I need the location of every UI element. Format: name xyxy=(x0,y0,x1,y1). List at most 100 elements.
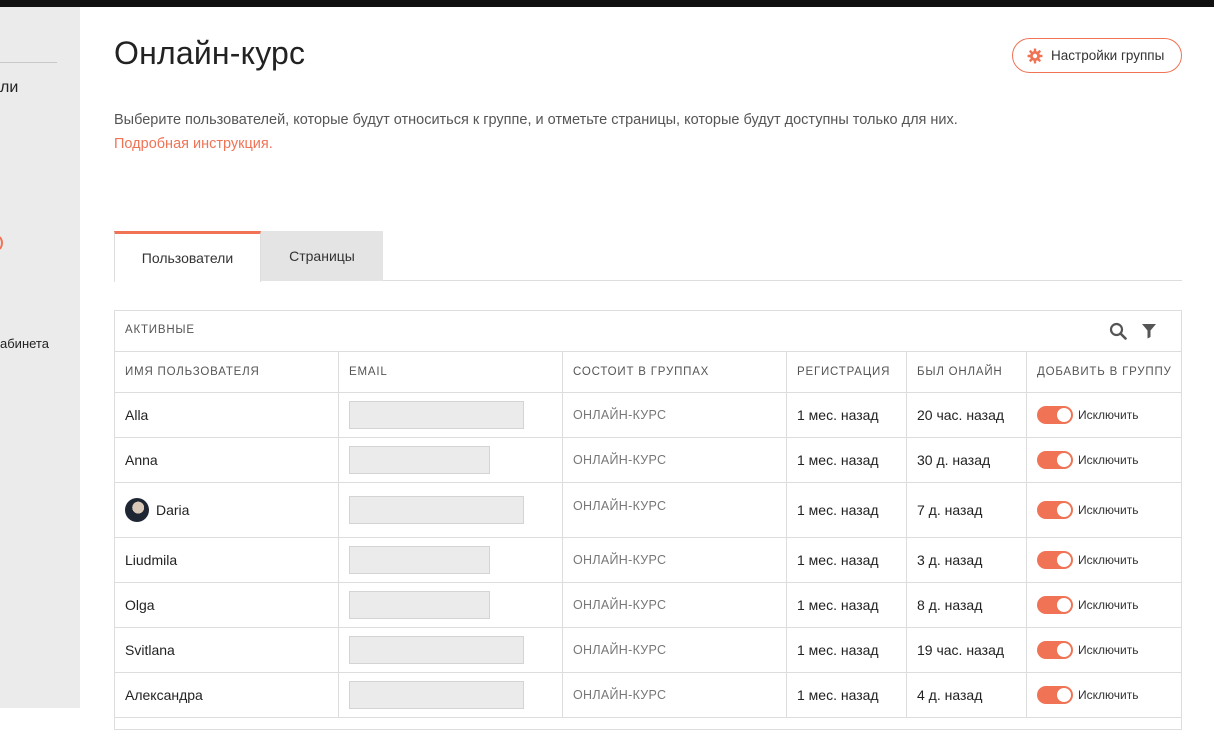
group-cell: ОНЛАЙН-КУРС xyxy=(563,673,787,717)
table-row[interactable]: Svitlana ОНЛАЙН-КУРС 1 мес. назад 19 час… xyxy=(115,628,1181,673)
email-redacted xyxy=(349,546,490,574)
group-cell: ОНЛАЙН-КУРС xyxy=(563,628,787,672)
column-header[interactable]: СОСТОИТ В ГРУППАХ xyxy=(563,352,787,392)
email-redacted xyxy=(349,401,524,429)
column-header[interactable]: EMAIL xyxy=(339,352,563,392)
group-toggle[interactable] xyxy=(1037,551,1073,569)
description-text: Выберите пользователей, которые будут от… xyxy=(114,112,958,128)
email-cell xyxy=(339,438,563,482)
action-cell: Исключить xyxy=(1027,628,1181,672)
registered-cell: 1 мес. назад xyxy=(787,438,907,482)
email-cell xyxy=(339,393,563,437)
email-cell xyxy=(339,483,563,537)
email-cell xyxy=(339,583,563,627)
column-header[interactable]: РЕГИСТРАЦИЯ xyxy=(787,352,907,392)
gear-icon xyxy=(1027,48,1043,63)
top-bar xyxy=(0,0,1214,7)
email-redacted xyxy=(349,636,524,664)
table-row[interactable]: Daria ОНЛАЙН-КУРС 1 мес. назад 7 д. наза… xyxy=(115,483,1181,538)
user-name[interactable]: Anna xyxy=(115,438,339,482)
sidebar: ли абинета xyxy=(0,7,80,708)
users-table: АКТИВНЫЕ ИМЯ ПОЛЬЗОВАТЕЛЯ EMAIL СОСТОИТ … xyxy=(114,310,1182,730)
exclude-label: Исключить xyxy=(1078,643,1139,657)
tab-pages[interactable]: Страницы xyxy=(261,231,383,281)
group-toggle[interactable] xyxy=(1037,451,1073,469)
group-toggle[interactable] xyxy=(1037,501,1073,519)
group-settings-button[interactable]: Настройки группы xyxy=(1012,38,1182,73)
table-row[interactable]: Olga ОНЛАЙН-КУРС 1 мес. назад 8 д. назад… xyxy=(115,583,1181,628)
filter-icon[interactable] xyxy=(1142,323,1156,339)
group-toggle[interactable] xyxy=(1037,641,1073,659)
table-row[interactable]: Alla ОНЛАЙН-КУРС 1 мес. назад 20 час. на… xyxy=(115,393,1181,438)
group-tag: ОНЛАЙН-КУРС xyxy=(573,408,667,422)
table-row[interactable]: Liudmila ОНЛАЙН-КУРС 1 мес. назад 3 д. н… xyxy=(115,538,1181,583)
email-redacted xyxy=(349,496,524,524)
column-header[interactable]: ИМЯ ПОЛЬЗОВАТЕЛЯ xyxy=(115,352,339,392)
sidebar-item-label[interactable]: абинета xyxy=(0,336,49,351)
registered-cell: 1 мес. назад xyxy=(787,628,907,672)
column-header[interactable]: ДОБАВИТЬ В ГРУППУ xyxy=(1027,352,1181,392)
group-tag: ОНЛАЙН-КУРС xyxy=(573,553,667,567)
group-tag: ОНЛАЙН-КУРС xyxy=(573,598,667,612)
online-cell: 7 д. назад xyxy=(907,483,1027,537)
group-toggle[interactable] xyxy=(1037,686,1073,704)
page-description: Выберите пользователей, которые будут от… xyxy=(114,108,984,156)
table-row[interactable]: Anna ОНЛАЙН-КУРС 1 мес. назад 30 д. наза… xyxy=(115,438,1181,483)
exclude-label: Исключить xyxy=(1078,553,1139,567)
exclude-label: Исключить xyxy=(1078,503,1139,517)
online-cell: 8 д. назад xyxy=(907,583,1027,627)
group-cell: ОНЛАЙН-КУРС xyxy=(563,583,787,627)
online-cell: 3 д. назад xyxy=(907,538,1027,582)
exclude-label: Исключить xyxy=(1078,688,1139,702)
online-cell: 4 д. назад xyxy=(907,673,1027,717)
table-row[interactable]: Александра ОНЛАЙН-КУРС 1 мес. назад 4 д.… xyxy=(115,673,1181,718)
avatar xyxy=(125,498,149,522)
email-redacted xyxy=(349,591,490,619)
registered-cell: 1 мес. назад xyxy=(787,538,907,582)
email-cell xyxy=(339,538,563,582)
email-redacted xyxy=(349,446,490,474)
registered-cell: 1 мес. назад xyxy=(787,483,907,537)
email-redacted xyxy=(349,681,524,709)
user-name[interactable]: Liudmila xyxy=(115,538,339,582)
action-cell: Исключить xyxy=(1027,438,1181,482)
main-content: Онлайн-курс Настройки группы Выберите по… xyxy=(80,7,1214,730)
tab-users[interactable]: Пользователи xyxy=(114,231,261,282)
group-toggle[interactable] xyxy=(1037,596,1073,614)
group-cell: ОНЛАЙН-КУРС xyxy=(563,538,787,582)
user-name[interactable]: Alla xyxy=(115,393,339,437)
group-tag: ОНЛАЙН-КУРС xyxy=(573,499,667,513)
user-name[interactable]: Daria xyxy=(156,502,189,518)
sidebar-indicator-icon xyxy=(0,236,3,250)
exclude-label: Исключить xyxy=(1078,453,1139,467)
action-cell: Исключить xyxy=(1027,583,1181,627)
user-name[interactable]: Olga xyxy=(115,583,339,627)
user-cell: Daria xyxy=(115,483,339,537)
online-cell: 19 час. назад xyxy=(907,628,1027,672)
group-cell: ОНЛАЙН-КУРС xyxy=(563,483,787,537)
registered-cell: 1 мес. назад xyxy=(787,393,907,437)
user-name[interactable]: Svitlana xyxy=(115,628,339,672)
registered-cell: 1 мес. назад xyxy=(787,583,907,627)
group-settings-label: Настройки группы xyxy=(1051,48,1165,63)
search-icon[interactable] xyxy=(1109,322,1127,340)
group-toggle[interactable] xyxy=(1037,406,1073,424)
registered-cell: 1 мес. назад xyxy=(787,673,907,717)
user-name[interactable]: Александра xyxy=(115,673,339,717)
table-header-row: ИМЯ ПОЛЬЗОВАТЕЛЯ EMAIL СОСТОИТ В ГРУППАХ… xyxy=(115,352,1181,393)
sidebar-item-label[interactable]: ли xyxy=(0,79,18,97)
email-cell xyxy=(339,673,563,717)
page-title: Онлайн-курс xyxy=(114,35,306,71)
sidebar-divider xyxy=(0,62,57,63)
table-toolbar: АКТИВНЫЕ xyxy=(115,311,1181,352)
online-cell: 20 час. назад xyxy=(907,393,1027,437)
column-header[interactable]: БЫЛ ОНЛАЙН xyxy=(907,352,1027,392)
instruction-link[interactable]: Подробная инструкция. xyxy=(114,136,273,152)
online-cell: 30 д. назад xyxy=(907,438,1027,482)
group-tag: ОНЛАЙН-КУРС xyxy=(573,643,667,657)
group-tag: ОНЛАЙН-КУРС xyxy=(573,688,667,702)
action-cell: Исключить xyxy=(1027,538,1181,582)
action-cell: Исключить xyxy=(1027,393,1181,437)
tab-bar: Пользователи Страницы xyxy=(114,231,1182,282)
table-caption: АКТИВНЫЕ xyxy=(125,324,195,336)
